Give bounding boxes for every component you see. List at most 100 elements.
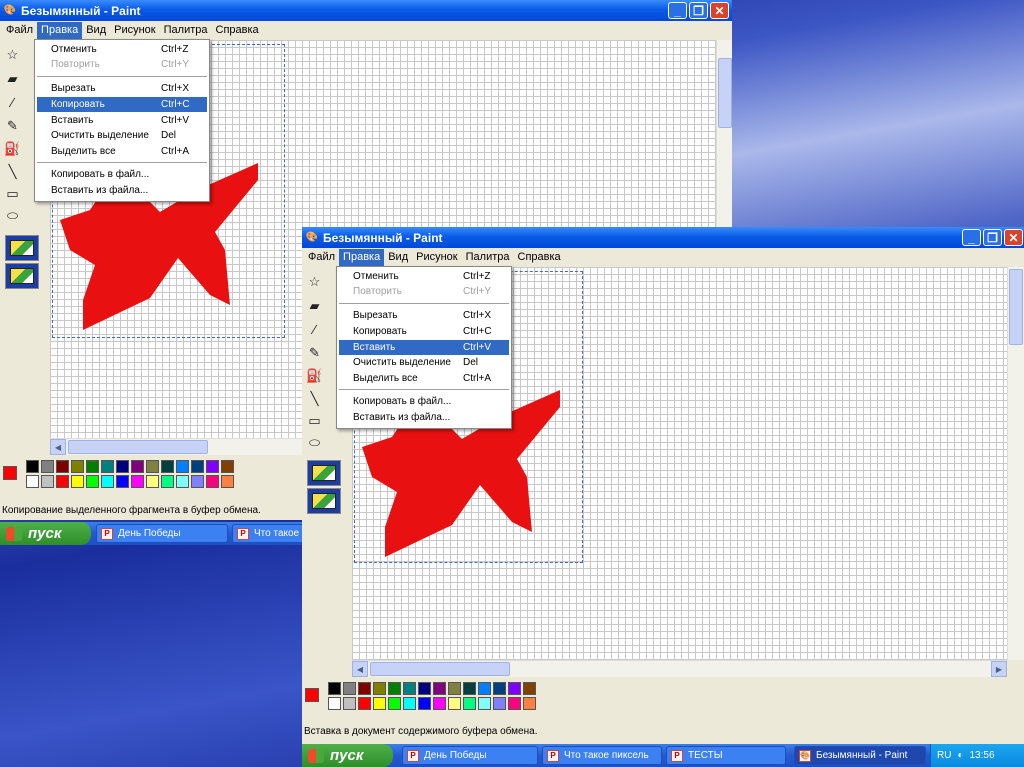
- color-swatch[interactable]: [418, 697, 431, 710]
- menu-edit[interactable]: Правка: [37, 22, 83, 39]
- menu-palette[interactable]: Палитра: [160, 22, 212, 39]
- menu-item-undo[interactable]: Отменить Ctrl+Z: [339, 269, 509, 284]
- color-swatch[interactable]: [343, 682, 356, 695]
- scroll-left-icon[interactable]: ◀: [50, 439, 66, 455]
- menu-item-paste[interactable]: Вставить Ctrl+V: [339, 340, 509, 355]
- color-swatch[interactable]: [86, 475, 99, 488]
- color-swatch[interactable]: [101, 460, 114, 473]
- line-icon[interactable]: ╲: [304, 388, 325, 409]
- color-swatch[interactable]: [403, 682, 416, 695]
- scroll-thumb[interactable]: [1009, 269, 1023, 345]
- menu-item-copy-to-file[interactable]: Копировать в файл...: [37, 167, 207, 182]
- menu-file[interactable]: Файл: [304, 249, 339, 266]
- menu-item-copy[interactable]: Копировать Ctrl+C: [339, 324, 509, 339]
- line-icon[interactable]: ╲: [2, 161, 23, 182]
- color-swatch[interactable]: [221, 475, 234, 488]
- menu-palette[interactable]: Палитра: [462, 249, 514, 266]
- color-swatch[interactable]: [433, 682, 446, 695]
- fill-icon[interactable]: ⛽: [2, 138, 23, 159]
- scroll-left-icon[interactable]: ◀: [352, 661, 368, 677]
- color-swatch[interactable]: [56, 475, 69, 488]
- color-swatch[interactable]: [176, 460, 189, 473]
- scroll-thumb[interactable]: [68, 440, 208, 454]
- menu-edit[interactable]: Правка: [339, 249, 385, 266]
- color-swatch[interactable]: [131, 460, 144, 473]
- minimize-icon[interactable]: _: [668, 2, 687, 19]
- color-swatch[interactable]: [86, 460, 99, 473]
- menu-file[interactable]: Файл: [2, 22, 37, 39]
- menu-item-clear-selection[interactable]: Очистить выделение Del: [339, 355, 509, 370]
- pencil-icon[interactable]: ✎: [2, 115, 23, 136]
- color-swatch[interactable]: [523, 697, 536, 710]
- taskbar-item-active[interactable]: 🎨 Безымянный - Paint: [794, 746, 926, 765]
- pencil-icon[interactable]: ✎: [304, 342, 325, 363]
- menu-help[interactable]: Справка: [212, 22, 263, 39]
- horizontal-scrollbar[interactable]: ◀ ▶: [352, 660, 1007, 677]
- color-swatch[interactable]: [131, 475, 144, 488]
- menu-item-clear-selection[interactable]: Очистить выделение Del: [37, 128, 207, 143]
- color-swatch[interactable]: [56, 460, 69, 473]
- transparent-mode-icon[interactable]: [307, 460, 341, 486]
- color-swatch[interactable]: [373, 697, 386, 710]
- menu-item-copy[interactable]: Копировать Ctrl+C: [37, 97, 207, 112]
- color-swatch[interactable]: [358, 682, 371, 695]
- picker-icon[interactable]: ⁄: [304, 319, 325, 340]
- color-swatch[interactable]: [146, 475, 159, 488]
- color-swatch[interactable]: [221, 460, 234, 473]
- menu-view[interactable]: Вид: [384, 249, 412, 266]
- tray-icon[interactable]: ◐: [957, 750, 963, 761]
- color-swatch[interactable]: [41, 475, 54, 488]
- rect-icon[interactable]: ▭: [2, 183, 23, 204]
- color-swatch[interactable]: [146, 460, 159, 473]
- color-swatch[interactable]: [328, 697, 341, 710]
- maximize-icon[interactable]: ❐: [983, 229, 1002, 246]
- menu-item-select-all[interactable]: Выделить все Ctrl+A: [37, 144, 207, 159]
- close-icon[interactable]: ✕: [710, 2, 729, 19]
- opaque-mode-icon[interactable]: [307, 488, 341, 514]
- opaque-mode-icon[interactable]: [5, 263, 39, 289]
- color-swatch[interactable]: [508, 682, 521, 695]
- color-swatch[interactable]: [508, 697, 521, 710]
- color-swatch[interactable]: [493, 697, 506, 710]
- rect-icon[interactable]: ▭: [304, 410, 325, 431]
- taskbar-item[interactable]: P День Победы: [402, 746, 538, 765]
- color-swatch[interactable]: [41, 460, 54, 473]
- color-swatch[interactable]: [71, 460, 84, 473]
- color-swatch[interactable]: [388, 682, 401, 695]
- minimize-icon[interactable]: _: [962, 229, 981, 246]
- eraser-icon[interactable]: ▰: [2, 68, 23, 89]
- color-swatch[interactable]: [206, 460, 219, 473]
- vertical-scrollbar[interactable]: [1007, 267, 1024, 660]
- color-swatch[interactable]: [206, 475, 219, 488]
- color-swatch[interactable]: [116, 460, 129, 473]
- color-swatch[interactable]: [418, 682, 431, 695]
- menu-view[interactable]: Вид: [82, 22, 110, 39]
- color-swatch[interactable]: [403, 697, 416, 710]
- color-swatch[interactable]: [448, 682, 461, 695]
- taskbar-item[interactable]: P ТЕСТЫ: [666, 746, 786, 765]
- color-swatch[interactable]: [478, 697, 491, 710]
- language-indicator[interactable]: RU: [937, 750, 951, 761]
- maximize-icon[interactable]: ❐: [689, 2, 708, 19]
- taskbar-item[interactable]: P День Победы: [96, 524, 228, 543]
- menu-item-redo[interactable]: Повторить Ctrl+Y: [37, 57, 207, 72]
- color-swatch[interactable]: [161, 460, 174, 473]
- color-swatch[interactable]: [161, 475, 174, 488]
- color-swatch[interactable]: [493, 682, 506, 695]
- color-swatch[interactable]: [71, 475, 84, 488]
- menu-item-undo[interactable]: Отменить Ctrl+Z: [37, 42, 207, 57]
- menu-item-cut[interactable]: Вырезать Ctrl+X: [339, 308, 509, 323]
- menu-item-copy-to-file[interactable]: Копировать в файл...: [339, 394, 509, 409]
- transparent-mode-icon[interactable]: [5, 235, 39, 261]
- menu-item-paste[interactable]: Вставить Ctrl+V: [37, 113, 207, 128]
- scroll-thumb[interactable]: [370, 662, 510, 676]
- color-swatch[interactable]: [523, 682, 536, 695]
- fill-icon[interactable]: ⛽: [304, 365, 325, 386]
- menu-image[interactable]: Рисунок: [110, 22, 160, 39]
- color-swatch[interactable]: [448, 697, 461, 710]
- taskbar-item[interactable]: P Что такое пиксель: [542, 746, 662, 765]
- menu-item-cut[interactable]: Вырезать Ctrl+X: [37, 81, 207, 96]
- color-swatch[interactable]: [388, 697, 401, 710]
- eraser-icon[interactable]: ▰: [304, 295, 325, 316]
- foreground-color[interactable]: [305, 688, 319, 702]
